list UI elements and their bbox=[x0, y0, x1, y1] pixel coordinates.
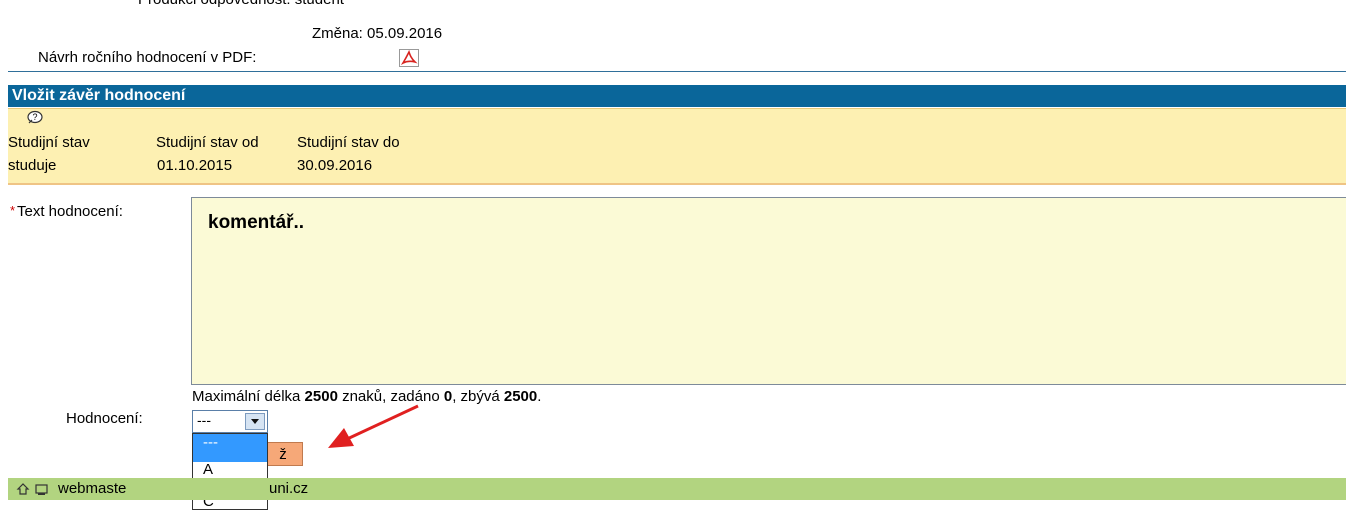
dropdown-toggle-button[interactable] bbox=[245, 413, 265, 430]
counter-text: . bbox=[537, 388, 542, 405]
section-title: Vložit závěr hodnocení bbox=[8, 85, 1346, 107]
save-button[interactable]: ž bbox=[266, 442, 303, 466]
counter-text: Maximální délka bbox=[192, 388, 305, 405]
help-icon[interactable]: ? bbox=[26, 110, 44, 126]
chevron-down-icon bbox=[251, 419, 259, 424]
evaluation-textarea[interactable]: komentář.. bbox=[191, 197, 1346, 385]
counter-remaining: 2500 bbox=[503, 388, 538, 405]
select-current-value: --- bbox=[197, 412, 211, 428]
footer-bar bbox=[8, 478, 1346, 500]
pdf-label: Návrh ročního hodnocení v PDF: bbox=[38, 49, 257, 66]
print-icon[interactable] bbox=[35, 484, 48, 495]
status-column-header: Studijní stav bbox=[8, 134, 90, 151]
status-from-column-header: Studijní stav od bbox=[156, 134, 259, 151]
footer-icons bbox=[16, 483, 48, 495]
hodnoceni-select[interactable]: --- bbox=[192, 410, 268, 433]
option-a[interactable]: A bbox=[193, 462, 267, 478]
page-info-cut-line: Produkci odpovědnost: student bbox=[138, 0, 344, 8]
home-icon[interactable] bbox=[16, 483, 30, 495]
option-empty[interactable]: --- bbox=[193, 434, 267, 462]
pdf-icon[interactable] bbox=[399, 49, 419, 67]
text-hodnoceni-label: Text hodnocení: bbox=[17, 203, 123, 220]
required-mark: * bbox=[10, 203, 16, 218]
red-arrow-annotation bbox=[328, 404, 419, 448]
counter-text: , zbývá bbox=[452, 388, 504, 405]
hodnoceni-label: Hodnocení: bbox=[66, 410, 143, 427]
footer-webmaster-link[interactable]: webmaste bbox=[58, 478, 126, 500]
status-to-value: 30.09.2016 bbox=[297, 157, 373, 174]
footer-domain: uni.cz bbox=[269, 480, 309, 497]
status-to-column-header: Studijní stav do bbox=[297, 134, 400, 151]
status-from-value: 01.10.2015 bbox=[157, 157, 233, 174]
status-value: studuje bbox=[8, 157, 57, 174]
change-date: Změna: 05.09.2016 bbox=[312, 25, 443, 42]
counter-entered: 0 bbox=[443, 388, 453, 405]
svg-text:?: ? bbox=[32, 112, 37, 122]
divider bbox=[8, 71, 1346, 72]
